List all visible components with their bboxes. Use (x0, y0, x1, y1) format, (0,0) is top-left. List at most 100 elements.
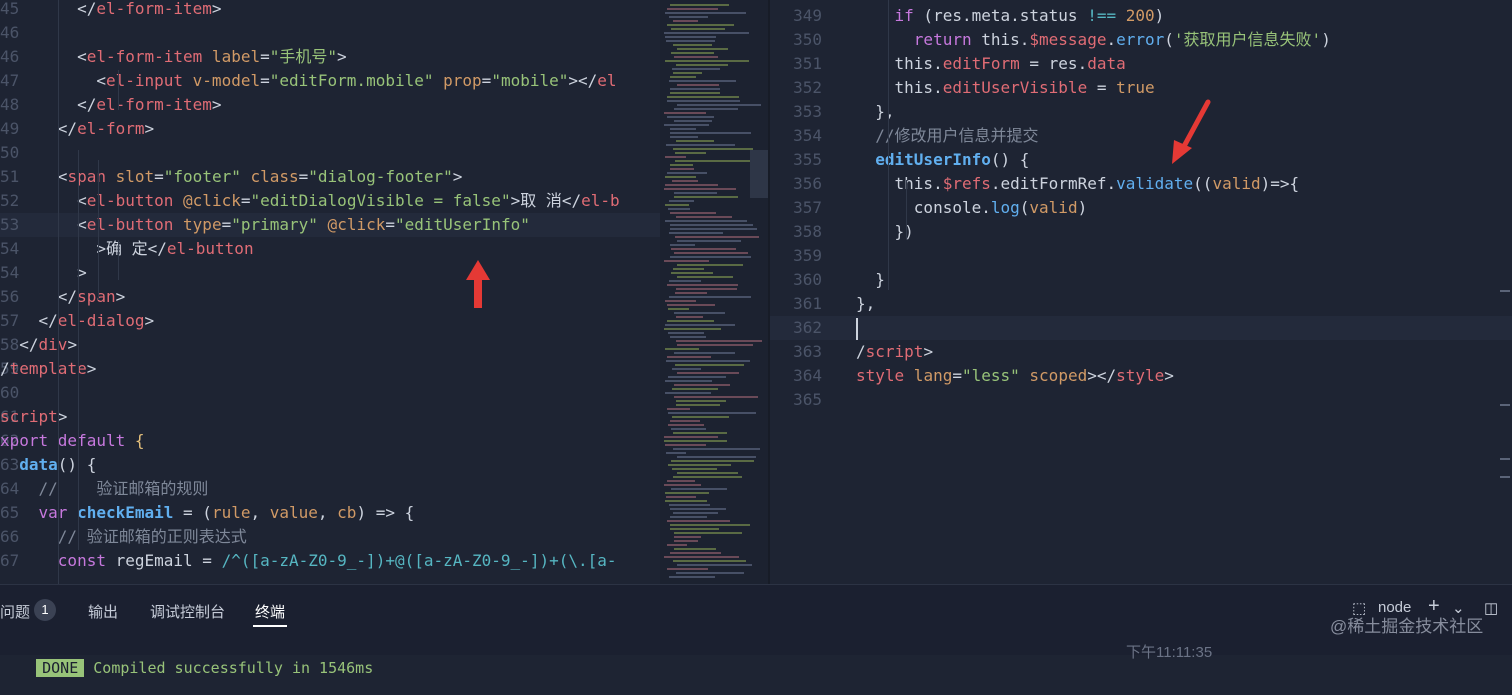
terminal-timestamp: 下午11:11:35 (1126, 644, 1213, 661)
code-text: <el-form-item label="手机号"> (0, 45, 347, 69)
line-number: 363 (793, 342, 822, 361)
code-line[interactable]: 57 </el-dialog> (0, 309, 660, 333)
minimap-line (667, 304, 715, 306)
code-token: ></ (1087, 366, 1117, 385)
indent-guide (118, 70, 119, 110)
code-token: , (250, 503, 270, 522)
code-token: > (337, 47, 347, 66)
code-token: "editUserInfo" (395, 215, 530, 234)
code-line[interactable]: 46 (0, 21, 660, 45)
minimap-line (664, 188, 736, 190)
code-line[interactable]: 51 <span slot="footer" class="dialog-foo… (0, 165, 660, 189)
code-line[interactable]: 66 // 验证邮箱的正则表达式 (0, 525, 660, 549)
code-line[interactable]: 360 } (770, 268, 1512, 292)
code-line[interactable]: 60 (0, 381, 660, 405)
code-token: editUserInfo (875, 150, 991, 169)
minimap-line (677, 104, 761, 106)
code-line[interactable]: 56 </span> (0, 285, 660, 309)
code-text: style lang="less" scoped></style> (856, 364, 1174, 388)
code-line[interactable]: 349 if (res.meta.status !== 200) (770, 4, 1512, 28)
code-line[interactable]: 45 </el-form-item> (0, 0, 660, 21)
code-token: ) (1154, 6, 1165, 25)
code-token: ( (1164, 30, 1174, 49)
minimap-line (677, 456, 756, 458)
code-line[interactable]: 46 <el-form-item label="手机号"> (0, 45, 660, 69)
code-token: span (67, 167, 106, 186)
minimap-line (676, 64, 728, 66)
code-line[interactable]: 365 (770, 388, 1512, 412)
code-line[interactable]: 355 editUserInfo() { (770, 148, 1512, 172)
code-line[interactable]: 351 this.editForm = res.data (770, 52, 1512, 76)
code-line[interactable]: 47 <el-input v-model="editForm.mobile" p… (0, 69, 660, 93)
editor-right-pane[interactable]: 349 if (res.meta.status !== 200) 350 retu… (770, 0, 1512, 584)
indent-guide (58, 0, 59, 584)
code-line[interactable]: 352 this.editUserVisible = true (770, 76, 1512, 100)
code-line[interactable]: 54 > (0, 261, 660, 285)
minimap-line (667, 544, 687, 546)
code-line[interactable]: 65 var checkEmail = (rule, value, cb) =>… (0, 501, 660, 525)
code-line[interactable]: 359 (770, 244, 1512, 268)
minimap-line (674, 108, 738, 110)
code-line[interactable]: 61 script> (0, 405, 660, 429)
minimap-line (665, 176, 696, 178)
line-number: 364 (793, 366, 822, 385)
minimap-line (665, 300, 696, 302)
code-text: xport default { (0, 429, 145, 453)
minimap-line (676, 288, 737, 290)
minimap-line (672, 468, 717, 470)
code-token: scoped (1019, 366, 1088, 385)
code-token: error (1116, 30, 1165, 49)
minimap-line (671, 28, 725, 30)
code-line[interactable]: 364 style lang="less" scoped></style> (770, 364, 1512, 388)
code-line[interactable]: 58 </div> (0, 333, 660, 357)
code-line[interactable]: 362 (770, 316, 1512, 340)
code-line[interactable]: 54 >确 定</el-button (0, 237, 660, 261)
code-token: xport default (0, 431, 126, 450)
code-line[interactable]: 64 // 验证邮箱的规则 (0, 477, 660, 501)
code-token: = ( (173, 503, 212, 522)
split-terminal-icon[interactable]: ◫ (1484, 599, 1498, 617)
code-token: slot (105, 167, 155, 186)
code-line[interactable]: 67 const regEmail = /^([a-zA-Z0-9_-])+@(… (0, 549, 660, 573)
editor-left-pane[interactable]: 45 </el-form-item> 46 46 <el-form-item lab… (0, 0, 660, 584)
code-line[interactable]: 53 <el-button type="primary" @click="edi… (0, 213, 660, 237)
tab-debug-console[interactable]: 调试控制台 (150, 601, 225, 622)
code-token: span (77, 287, 116, 306)
code-token: style (1116, 366, 1165, 385)
code-line[interactable]: 48 </el-form-item> (0, 93, 660, 117)
code-line[interactable]: 357 console.log(valid) (770, 196, 1512, 220)
minimap-line (672, 68, 720, 70)
minimap-slider[interactable] (750, 150, 768, 198)
tab-problems[interactable]: 问题 (0, 601, 30, 622)
code-line[interactable]: 353 }, (770, 100, 1512, 124)
code-line[interactable]: 356 this.$refs.editFormRef.validate((val… (770, 172, 1512, 196)
code-line[interactable]: 52 <el-button @click="editDialogVisible … (0, 189, 660, 213)
code-line[interactable]: 358 }) (770, 220, 1512, 244)
tab-terminal[interactable]: 终端 (255, 601, 285, 622)
code-line[interactable]: 63 data() { (0, 453, 660, 477)
code-line[interactable]: 363/script> (770, 340, 1512, 364)
code-token: "mobile" (491, 71, 569, 90)
code-token: this (894, 54, 934, 73)
minimap-line (676, 316, 703, 318)
code-line[interactable]: 62 xport default { (0, 429, 660, 453)
scrollbar-marker (1500, 404, 1510, 406)
minimap-line (667, 408, 690, 410)
code-token: valid (1212, 174, 1261, 193)
minimap[interactable] (660, 0, 768, 584)
code-line[interactable]: 350 return this.$message.error('获取用户信息失败… (770, 28, 1512, 52)
code-line[interactable]: 361}, (770, 292, 1512, 316)
code-text: } (856, 268, 885, 292)
code-line[interactable]: 354 //修改用户信息并提交 (770, 124, 1512, 148)
code-line[interactable]: 59/template> (0, 357, 660, 381)
code-line[interactable]: 49 </el-form> (0, 117, 660, 141)
tab-output[interactable]: 输出 (88, 601, 118, 622)
terminal-output[interactable]: DONE Compiled successfully in 1546ms (0, 641, 373, 695)
minimap-line (674, 120, 712, 122)
code-line[interactable]: 50 (0, 141, 660, 165)
minimap-line (677, 264, 743, 266)
line-number: 46 (0, 23, 20, 42)
minimap-line (672, 368, 701, 370)
